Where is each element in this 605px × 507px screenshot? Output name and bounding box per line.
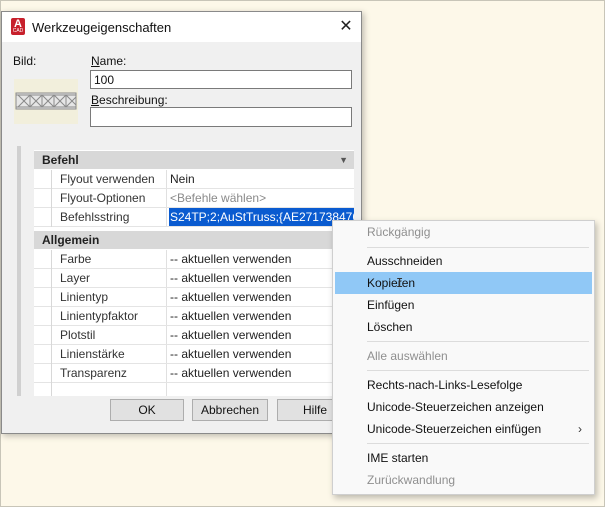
menu-item-insert-unicode[interactable]: Unicode-Steuerzeichen einfügen › xyxy=(335,418,592,440)
menu-item-cut[interactable]: Ausschneiden xyxy=(335,250,592,272)
property-value[interactable]: -- aktuellen verwenden xyxy=(170,345,354,363)
menu-item-select-all[interactable]: Alle auswählen xyxy=(335,345,592,367)
autocad-app-icon: A CAD xyxy=(11,18,25,35)
property-row[interactable]: Linientypfaktor -- aktuellen verwenden xyxy=(34,307,354,326)
name-label-accel: N xyxy=(91,54,100,68)
chevron-down-icon[interactable]: ▼ xyxy=(339,151,348,169)
property-name: Flyout verwenden xyxy=(34,170,167,189)
property-value[interactable]: -- aktuellen verwenden xyxy=(170,364,354,382)
category-general[interactable]: Allgemein xyxy=(34,231,354,249)
menu-item-undo[interactable]: Rückgängig xyxy=(335,221,592,243)
dialog-title: Werkzeugeigenschaften xyxy=(32,20,172,35)
property-name: Linientyp xyxy=(34,288,167,307)
property-name: Befehlsstring xyxy=(34,208,167,227)
property-value[interactable]: <Befehle wählen> xyxy=(170,189,354,207)
property-name: Transparenz xyxy=(34,364,167,383)
menu-item-paste[interactable]: Einfügen xyxy=(335,294,592,316)
property-row[interactable]: Plotstil -- aktuellen verwenden xyxy=(34,326,354,345)
property-name: Farbe xyxy=(34,250,167,269)
property-value[interactable]: -- aktuellen verwenden xyxy=(170,288,354,306)
name-label-text: ame: xyxy=(99,54,127,68)
close-icon[interactable]: ✕ xyxy=(335,16,357,38)
chevron-right-icon: › xyxy=(578,422,582,436)
property-row[interactable]: Farbe -- aktuellen verwenden xyxy=(34,250,354,269)
menu-item-rtl-reading[interactable]: Rechts-nach-Links-Lesefolge xyxy=(335,374,592,396)
context-menu: Rückgängig Ausschneiden Kopieren Einfüge… xyxy=(332,220,595,495)
property-name-cutoff xyxy=(34,383,167,396)
menu-item-open-ime[interactable]: IME starten xyxy=(335,447,592,469)
property-value[interactable]: -- aktuellen verwenden xyxy=(170,307,354,325)
property-row[interactable]: Transparenz -- aktuellen verwenden xyxy=(34,364,354,383)
truss-icon xyxy=(15,92,77,110)
category-general-label: Allgemein xyxy=(42,233,100,247)
menu-item-delete[interactable]: Löschen xyxy=(335,316,592,338)
property-value[interactable]: Nein xyxy=(170,170,354,188)
menu-separator xyxy=(367,247,589,248)
description-label-accel: B xyxy=(91,93,100,107)
menu-separator xyxy=(367,341,589,342)
menu-item-show-unicode[interactable]: Unicode-Steuerzeichen anzeigen xyxy=(335,396,592,418)
description-label: Beschreibung: xyxy=(91,93,168,107)
menu-item-reconversion[interactable]: Zurückwandlung xyxy=(335,469,592,491)
category-command[interactable]: Befehl ▼ xyxy=(34,151,354,169)
menu-separator xyxy=(367,370,589,371)
properties-panel: Befehl ▼ Flyout verwenden Nein Flyout-Op… xyxy=(17,146,354,396)
app-icon-sub: CAD xyxy=(12,28,24,34)
name-input[interactable]: 100 xyxy=(90,70,352,89)
image-label: Bild: xyxy=(13,54,37,68)
property-row[interactable]: Flyout-Optionen <Befehle wählen> xyxy=(34,189,354,208)
property-name: Layer xyxy=(34,269,167,288)
menu-item-copy[interactable]: Kopieren xyxy=(335,272,592,294)
property-row[interactable]: Layer -- aktuellen verwenden xyxy=(34,269,354,288)
property-name: Flyout-Optionen xyxy=(34,189,167,208)
property-value[interactable]: -- aktuellen verwenden xyxy=(170,326,354,344)
dialog-titlebar: A CAD Werkzeugeigenschaften ✕ xyxy=(2,12,361,42)
property-value[interactable]: -- aktuellen verwenden xyxy=(170,250,354,268)
description-input[interactable] xyxy=(90,107,352,127)
property-name: Linienstärke xyxy=(34,345,167,364)
description-label-text: eschreibung: xyxy=(99,93,168,107)
property-grid: Befehl ▼ Flyout verwenden Nein Flyout-Op… xyxy=(34,150,354,396)
property-name: Plotstil xyxy=(34,326,167,345)
property-row[interactable]: Linienstärke -- aktuellen verwenden xyxy=(34,345,354,364)
command-string-input[interactable]: S24TP;2;AuStTruss;{AE27173847673 xyxy=(169,208,354,226)
ok-button[interactable]: OK xyxy=(110,399,184,421)
property-value[interactable]: -- aktuellen verwenden xyxy=(170,269,354,287)
property-row-partial xyxy=(34,383,354,396)
category-command-label: Befehl xyxy=(42,153,79,167)
cancel-button[interactable]: Abbrechen xyxy=(192,399,268,421)
property-row[interactable]: Linientyp -- aktuellen verwenden xyxy=(34,288,354,307)
menu-separator xyxy=(367,443,589,444)
name-label: Name: xyxy=(91,54,126,68)
menu-item-insert-unicode-label: Unicode-Steuerzeichen einfügen xyxy=(367,422,542,436)
property-row[interactable]: Flyout verwenden Nein xyxy=(34,170,354,189)
property-name: Linientypfaktor xyxy=(34,307,167,326)
tool-properties-dialog: A CAD Werkzeugeigenschaften ✕ Bild: Name… xyxy=(1,11,362,434)
text-cursor-icon: I xyxy=(396,276,404,290)
tool-image-preview[interactable] xyxy=(14,79,78,124)
property-row[interactable]: Befehlsstring S24TP;2;AuStTruss;{AE27173… xyxy=(34,208,354,227)
